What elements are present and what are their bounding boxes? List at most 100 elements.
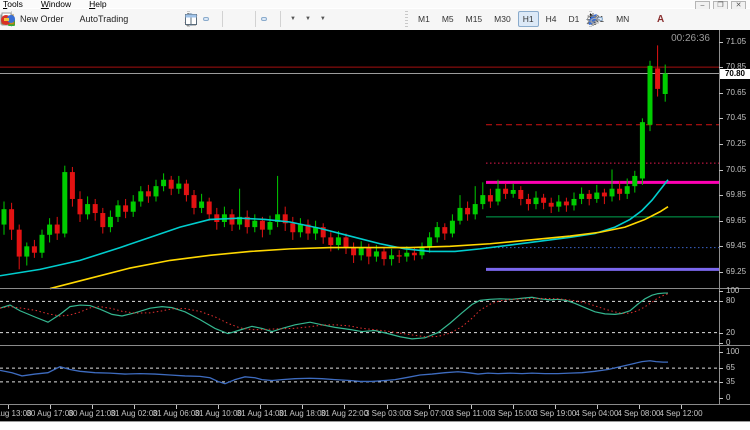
timeframe-button-M5[interactable]: M5: [437, 11, 459, 27]
status-strip: [0, 421, 750, 430]
shapes-tool[interactable]: [587, 15, 684, 24]
arrows-tool[interactable]: [588, 13, 676, 25]
axis-tick: [512, 405, 514, 409]
axis-tick: [719, 343, 723, 344]
time-tick-label: 4 Sep 04:00: [575, 409, 619, 418]
axis-tick: [719, 381, 723, 383]
timeframe-button-M1[interactable]: M1: [413, 11, 435, 27]
axis-tick: [719, 332, 723, 334]
axis-tick: [554, 405, 556, 409]
axis-tick: [719, 195, 723, 197]
timeframe-button-M15[interactable]: M15: [461, 11, 488, 27]
indicator-tick-label: 0: [726, 393, 731, 402]
time-tick-label: 3 Sep 03:00: [364, 409, 409, 418]
price-tick-label: 69.85: [726, 190, 747, 200]
stochastic-panel[interactable]: [0, 288, 750, 345]
axis-tick: [260, 405, 262, 409]
new-order-button[interactable]: New Order: [1, 12, 67, 26]
time-tick-label: 31 Aug 10:00: [194, 409, 242, 418]
shapes-ellipse-icon: [587, 15, 600, 24]
text-tool[interactable]: A: [653, 12, 668, 27]
oscillator-panel[interactable]: [0, 346, 750, 405]
menu-item-tools[interactable]: Tools: [3, 0, 23, 8]
timeframe-button-H4[interactable]: H4: [541, 11, 562, 27]
time-tick-label: 3 Sep 19:00: [533, 409, 577, 418]
trendline-tool[interactable]: [587, 14, 635, 24]
time-tick-label: 31 Aug 06:00: [152, 409, 200, 418]
axis-tick: [719, 271, 723, 273]
new-order-label: New Order: [20, 14, 64, 24]
horizontal-line-tool[interactable]: [588, 17, 627, 21]
indicators-button[interactable]: ▼: [186, 13, 299, 24]
auto-scroll-button[interactable]: [186, 15, 267, 25]
axis-tick: [134, 405, 136, 409]
autotrading-button[interactable]: AutoTrading: [1, 12, 132, 26]
trading-platform-window: Tools Window Help – ❐ ✕ New Order AutoTr…: [0, 0, 750, 430]
autotrading-label: AutoTrading: [79, 14, 129, 24]
channel-tool[interactable]: [586, 14, 643, 25]
menu-item-help[interactable]: Help: [89, 0, 106, 8]
indicator-tick-label: 100: [726, 347, 740, 356]
time-tick-label: 3 Sep 15:00: [491, 409, 535, 418]
price-tick-label: 70.85: [726, 62, 747, 72]
price-tick-label: 70.45: [726, 113, 747, 123]
tile-windows-button[interactable]: [185, 13, 250, 25]
timeframe-button-M30[interactable]: M30: [489, 11, 516, 27]
toolbar: New Order AutoTrading ▼ ▼ ▼ M1 M5 M15 M3…: [0, 9, 750, 31]
axis-tick: [719, 291, 723, 292]
crosshair-button[interactable]: [586, 12, 611, 26]
periods-button[interactable]: ▼: [185, 13, 314, 25]
price-tick-label: 70.05: [726, 164, 747, 174]
axis-tick: [638, 405, 640, 409]
axis-tick: [719, 398, 723, 399]
main-price-chart[interactable]: [0, 30, 750, 290]
timeframe-button-H1[interactable]: H1: [517, 11, 539, 27]
axis-tick: [719, 143, 723, 145]
indicator-tick-label: 80: [726, 296, 735, 306]
indicator-tick-label: 65: [726, 363, 735, 373]
menu-item-window[interactable]: Window: [41, 0, 71, 8]
time-tick-label: 30 Aug 21:00: [68, 409, 116, 418]
candlestick-chart-button[interactable]: [185, 12, 209, 26]
time-tick-label: 3 Sep 11:00: [449, 409, 492, 418]
axis-tick: [386, 405, 388, 409]
autotrading-icon: [1, 14, 15, 25]
line-chart-button[interactable]: [184, 14, 217, 23]
axis-tick: [92, 405, 94, 409]
fibonacci-tool[interactable]: [587, 15, 651, 23]
axis-tick: [596, 405, 598, 409]
axis-tick: [719, 220, 723, 222]
time-tick-label: 31 Aug 22:00: [320, 409, 369, 418]
templates-icon: [185, 13, 197, 25]
axis-tick: [719, 118, 723, 120]
price-tick-label: 71.05: [726, 36, 747, 46]
chart-shift-button[interactable]: [187, 13, 275, 25]
zoom-in-button[interactable]: [185, 13, 234, 25]
profiles-button[interactable]: [1, 13, 75, 24]
time-tick-label: 31 Aug 02:00: [110, 409, 158, 418]
axis-tick: [719, 92, 723, 94]
chart-window: 00:26:36 70.80 71.05 70.85 70.65 70.45 70.25…: [0, 30, 750, 421]
axis-tick: [719, 301, 723, 303]
templates-button[interactable]: ▼: [185, 13, 329, 25]
axis-tick: [719, 67, 723, 69]
indicator-tick-label: 20: [726, 327, 735, 337]
axis-tick: [428, 405, 430, 409]
zoom-out-button[interactable]: [185, 13, 242, 25]
price-tick-label: 70.25: [726, 138, 747, 148]
time-tick-label: 4 Sep 08:00: [617, 409, 661, 418]
axis-tick: [719, 169, 723, 171]
axis-tick: [176, 405, 178, 409]
chevron-down-icon: ▼: [290, 16, 296, 22]
axis-tick: [719, 368, 723, 370]
price-tick-label: 69.25: [726, 266, 747, 276]
axis-tick: [218, 405, 220, 409]
price-tick-label: 69.65: [726, 215, 747, 225]
chevron-down-icon: ▼: [319, 16, 326, 22]
axis-tick: [344, 405, 346, 409]
indicator-tick-label: 0: [726, 338, 731, 347]
axis-tick: [719, 41, 723, 43]
timeframe-button-D1[interactable]: D1: [563, 11, 584, 27]
vertical-line-tool[interactable]: [592, 13, 619, 25]
time-tick-label: 31 Aug 18:00: [278, 409, 326, 418]
